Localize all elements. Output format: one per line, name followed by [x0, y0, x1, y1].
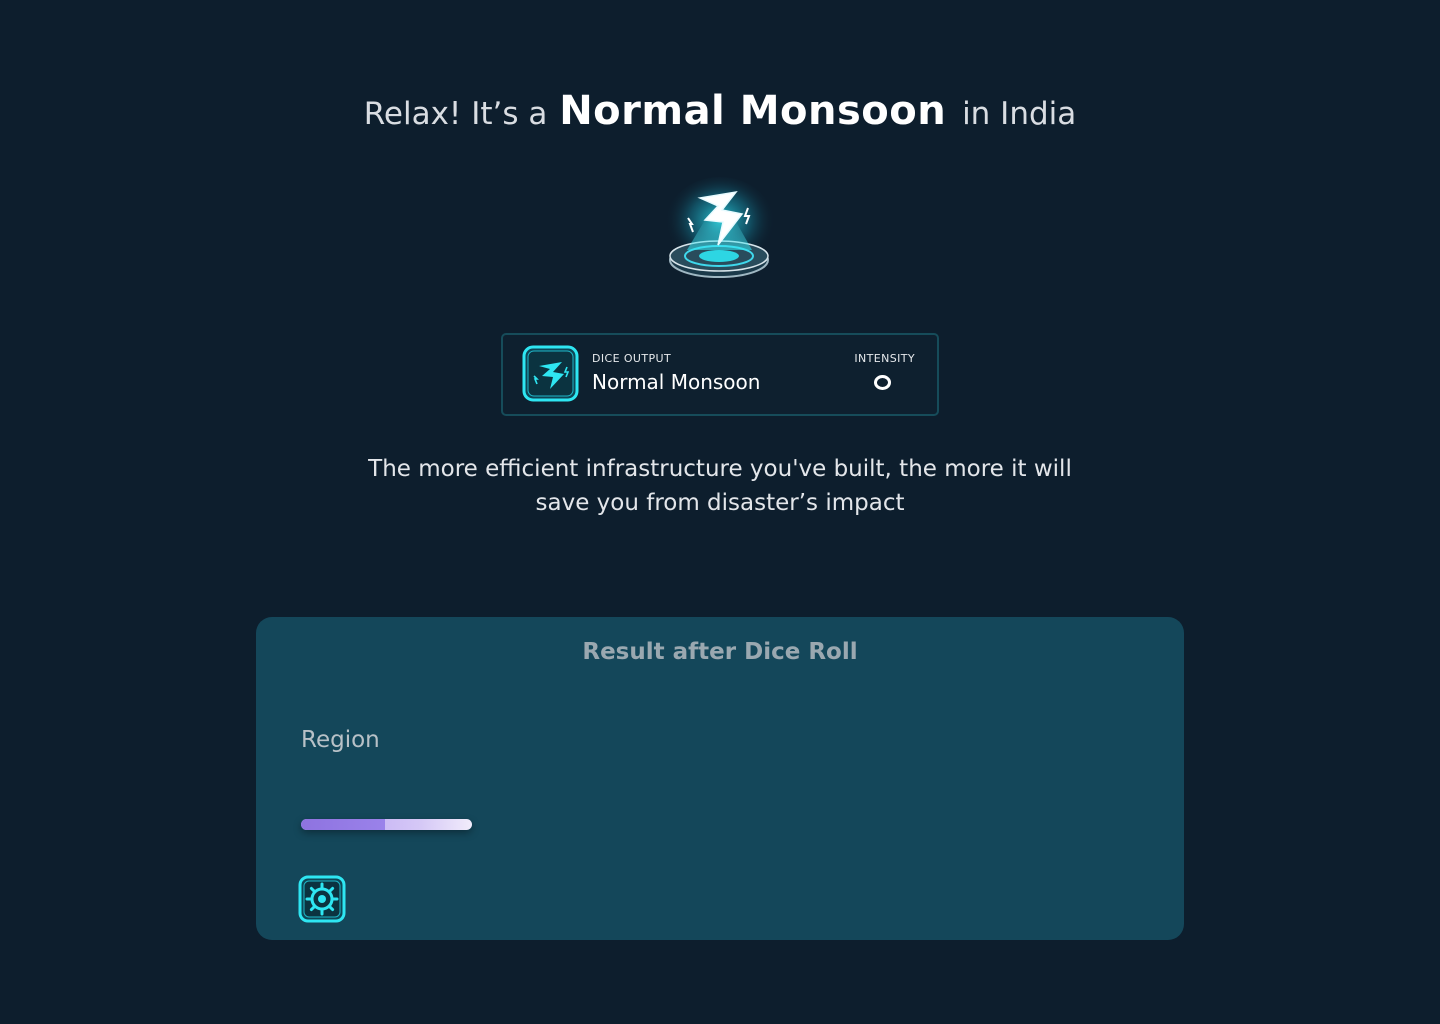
dice-output-card: DICE OUTPUT Normal Monsoon INTENSITY: [501, 333, 939, 416]
headline: Relax! It’s a Normal Monsoon in India: [0, 88, 1440, 134]
gear-icon: [298, 875, 346, 923]
intensity-label: INTENSITY: [854, 352, 915, 365]
info-description: The more efficient infrastructure you've…: [300, 452, 1140, 520]
result-panel: Result after Dice Roll Region: [256, 617, 1184, 940]
dice-output-value: Normal Monsoon: [592, 370, 761, 394]
description-line-1: The more efficient infrastructure you've…: [368, 456, 1072, 482]
dice-output-label: DICE OUTPUT: [592, 352, 672, 365]
description-line-2: save you from disaster’s impact: [535, 490, 905, 516]
result-title: Result after Dice Roll: [582, 639, 858, 665]
intensity-ring-icon: [874, 375, 891, 390]
headline-prefix: Relax! It’s a: [363, 96, 548, 132]
region-progress-bar: [301, 819, 472, 830]
lightning-icon: [522, 345, 579, 402]
headline-emphasis: Normal Monsoon: [559, 88, 947, 134]
headline-suffix: in India: [962, 96, 1077, 132]
region-label: Region: [301, 727, 380, 753]
lightning-platform-icon: [660, 170, 780, 290]
settings-button[interactable]: [298, 875, 346, 923]
region-progress-fill: [301, 819, 385, 830]
